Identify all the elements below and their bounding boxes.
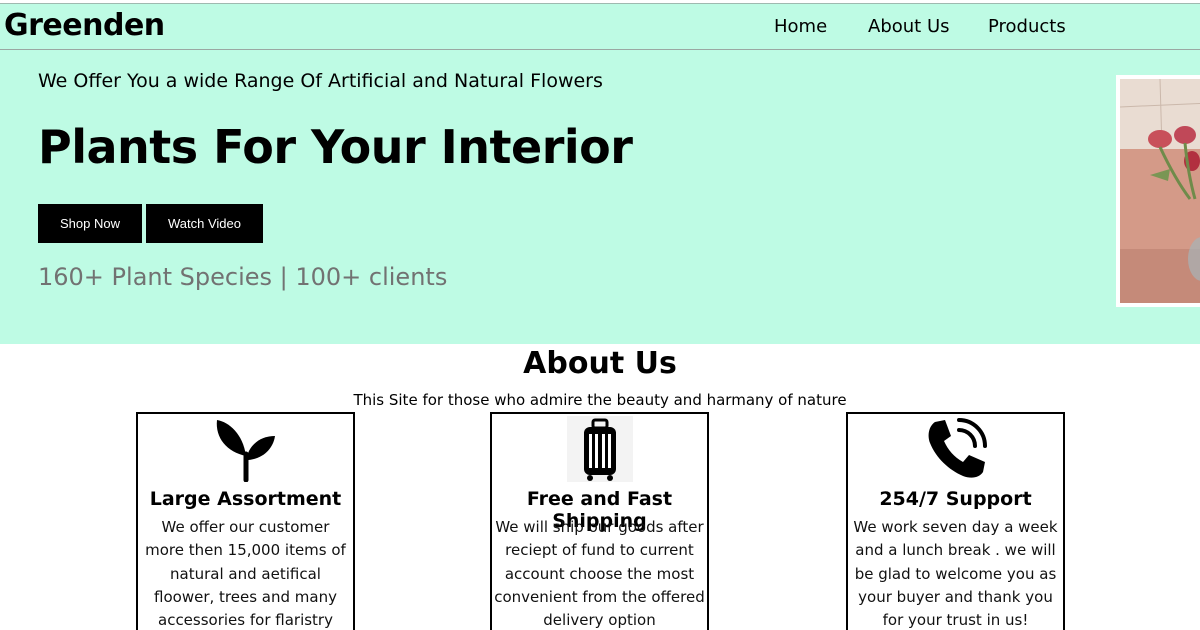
card-title-support: 254/7 Support xyxy=(879,488,1032,510)
phone-ringing-icon xyxy=(848,416,1063,482)
card-title-assortment: Large Assortment xyxy=(149,488,342,510)
luggage-icon xyxy=(492,416,707,482)
flower-vase-image xyxy=(1116,75,1200,307)
card-text-assortment: We offer our customer more then 15,000 i… xyxy=(145,518,346,630)
hero-title: Plants For Your Interior xyxy=(38,120,633,174)
nav-home-link[interactable]: Home xyxy=(774,16,827,37)
hero-section: We Offer You a wide Range Of Artificial … xyxy=(0,50,1200,344)
hero-stats: 160+ Plant Species | 100+ clients xyxy=(38,263,448,291)
nav-about-us[interactable]: About Us xyxy=(868,16,950,37)
hero-tagline: We Offer You a wide Range Of Artificial … xyxy=(38,70,603,92)
nav-products[interactable]: Products xyxy=(988,16,1066,37)
watch-video-button[interactable]: Watch Video xyxy=(146,204,263,243)
about-subtitle: This Site for those who admire the beaut… xyxy=(353,391,847,409)
card-text-support: We work seven day a week and a lunch bre… xyxy=(853,518,1058,630)
about-title: About Us xyxy=(523,346,677,381)
feature-card-support: 254/7 Support We work seven day a week a… xyxy=(846,412,1065,630)
nav-products-link[interactable]: Products xyxy=(988,16,1066,37)
site-logo[interactable]: Greenden xyxy=(4,8,165,43)
card-text-shipping: We will ship our goods after reciept of … xyxy=(494,518,705,630)
flower-vase-illustration xyxy=(1120,79,1200,303)
site-header: Greenden Home About Us Products xyxy=(0,3,1200,50)
feature-card-assortment: Large Assortment We offer our customer m… xyxy=(136,412,355,630)
sprout-icon xyxy=(138,416,353,482)
shop-now-button[interactable]: Shop Now xyxy=(38,204,142,243)
nav-about-us-link[interactable]: About Us xyxy=(868,16,950,37)
nav-home[interactable]: Home xyxy=(774,16,827,37)
feature-card-shipping: Free and Fast Shipping We will ship our … xyxy=(490,412,709,630)
